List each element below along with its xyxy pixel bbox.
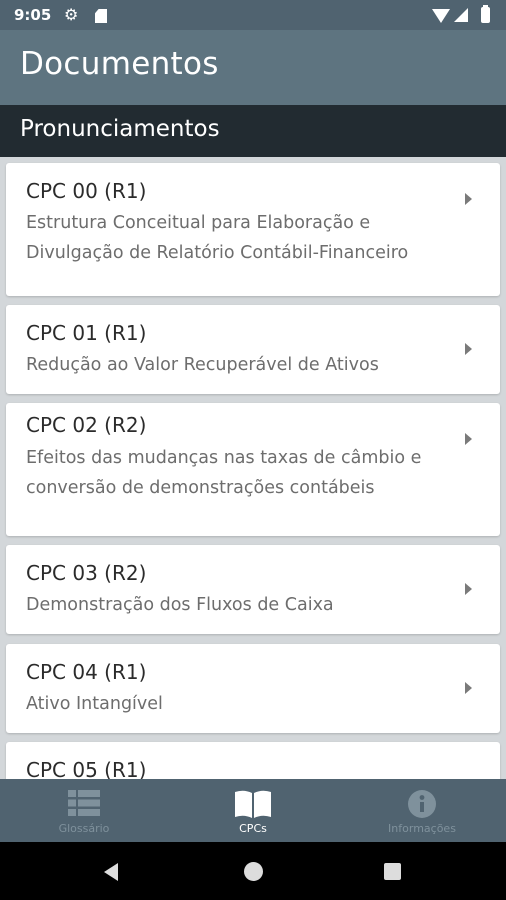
- home-icon[interactable]: [244, 862, 263, 881]
- document-code: CPC 02 (R2): [26, 413, 147, 437]
- info-icon: [408, 790, 436, 818]
- status-time: 9:05: [14, 6, 52, 24]
- document-description: Redução ao Valor Recuperável de Ativos: [26, 355, 379, 375]
- chevron-right-icon: [465, 343, 472, 355]
- chevron-right-icon: [465, 682, 472, 694]
- bottom-navigation: Glossário CPCs Informações: [0, 779, 506, 842]
- wifi-icon: [432, 9, 450, 23]
- document-code: CPC 00 (R1): [26, 179, 147, 203]
- status-bar: 9:05 ⚙: [0, 0, 506, 30]
- sd-card-icon: [95, 9, 107, 23]
- chevron-right-icon: [465, 193, 472, 205]
- document-description: Demonstração dos Fluxos de Caixa: [26, 595, 334, 615]
- section-title: Pronunciamentos: [20, 116, 220, 142]
- nav-label: Glossário: [58, 822, 110, 835]
- system-navigation-bar: [0, 842, 506, 900]
- gear-icon: ⚙: [64, 5, 79, 24]
- document-code: CPC 01 (R1): [26, 321, 147, 345]
- document-card-cpc-04[interactable]: CPC 04 (R1) Ativo Intangível: [6, 644, 500, 733]
- nav-item-cpcs[interactable]: CPCs: [169, 779, 337, 842]
- document-list[interactable]: CPC 00 (R1) Estrutura Conceitual para El…: [0, 157, 506, 779]
- document-description: Ativo Intangível: [26, 694, 163, 714]
- document-description: Efeitos das mudanças nas taxas de câmbio…: [26, 448, 422, 498]
- nav-label: Informações: [388, 822, 456, 835]
- nav-item-informacoes[interactable]: Informações: [338, 779, 506, 842]
- list-icon: [68, 790, 100, 816]
- document-card-cpc-03[interactable]: CPC 03 (R2) Demonstração dos Fluxos de C…: [6, 545, 500, 634]
- book-icon: [235, 790, 271, 818]
- document-code: CPC 04 (R1): [26, 660, 147, 684]
- recent-apps-icon[interactable]: [384, 863, 401, 880]
- document-code: CPC 05 (R1): [26, 758, 147, 779]
- document-card-cpc-01[interactable]: CPC 01 (R1) Redução ao Valor Recuperável…: [6, 305, 500, 394]
- chevron-right-icon: [465, 433, 472, 445]
- document-description: Estrutura Conceitual para Elaboração e D…: [26, 213, 409, 263]
- section-header: Pronunciamentos: [0, 105, 506, 157]
- chevron-right-icon: [465, 583, 472, 595]
- document-code: CPC 03 (R2): [26, 561, 147, 585]
- nav-label: CPCs: [239, 822, 267, 835]
- page-title: Documentos: [20, 46, 219, 82]
- signal-icon: [454, 8, 468, 22]
- nav-item-glossario[interactable]: Glossário: [0, 779, 168, 842]
- document-card-cpc-05[interactable]: CPC 05 (R1): [6, 742, 500, 779]
- document-card-cpc-00[interactable]: CPC 00 (R1) Estrutura Conceitual para El…: [6, 163, 500, 296]
- document-card-cpc-02[interactable]: CPC 02 (R2) Efeitos das mudanças nas tax…: [6, 403, 500, 536]
- back-icon[interactable]: [104, 863, 118, 881]
- battery-icon: [481, 5, 490, 23]
- app-bar: Documentos: [0, 30, 506, 105]
